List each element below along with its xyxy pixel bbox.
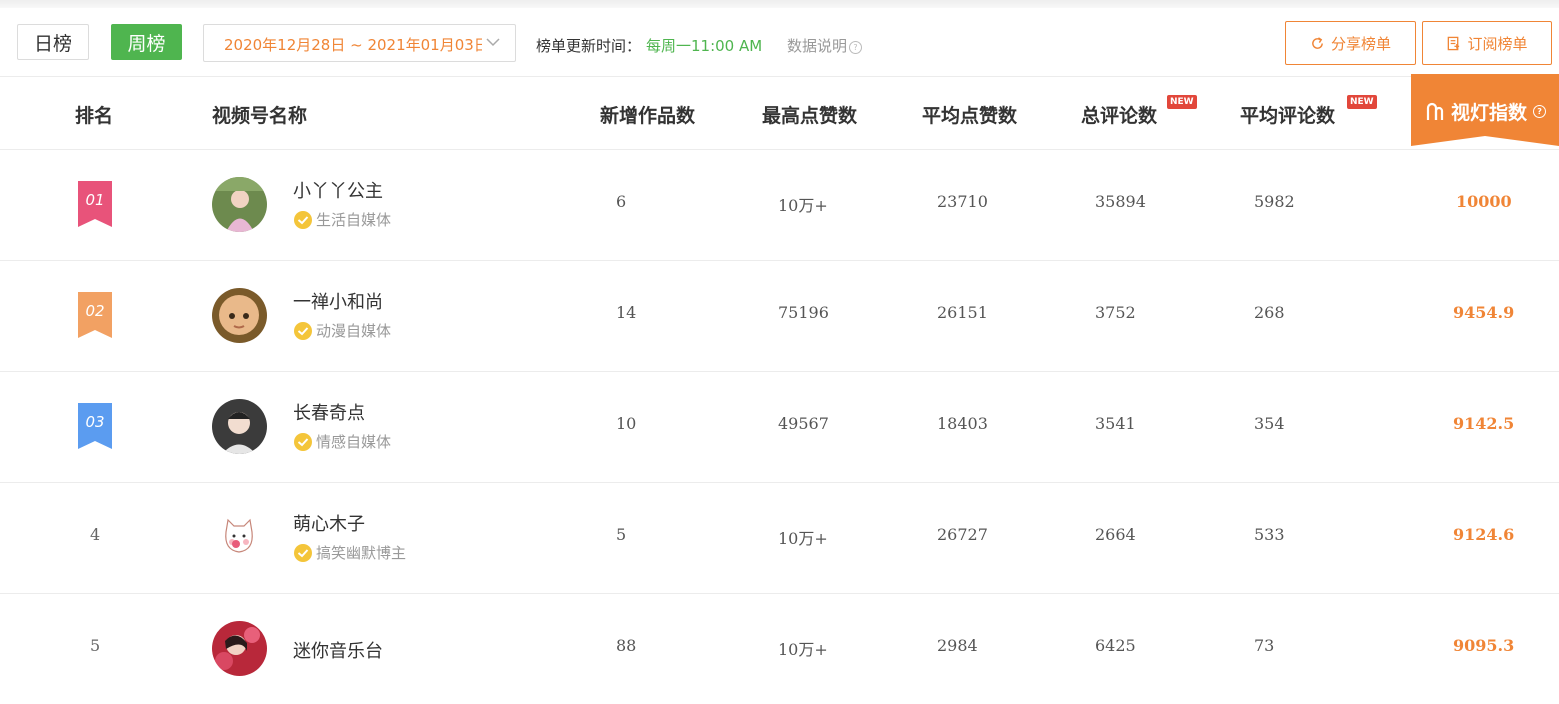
new-badge: NEW: [1347, 95, 1377, 109]
channel-tag-label: 情感自媒体: [316, 433, 392, 451]
channel-tag: 情感自媒体: [293, 431, 391, 452]
header-total-comments-label: 总评论数: [1081, 105, 1158, 127]
channel-tag-label: 搞笑幽默博主: [316, 544, 407, 562]
max-likes-cell: 10万+: [778, 529, 828, 548]
avatar[interactable]: [212, 177, 267, 232]
channel-tag-label: 动漫自媒体: [316, 322, 392, 340]
data-note-link[interactable]: 数据说明?: [787, 35, 863, 56]
svg-text:02: 02: [85, 302, 104, 320]
total-comments-cell: 35894: [1095, 192, 1146, 211]
header-index-label: 视灯指数: [1451, 102, 1528, 124]
index-score-cell: 9454.9: [1453, 303, 1515, 322]
verified-badge-icon: [294, 210, 312, 229]
header-name: 视频号名称: [212, 105, 308, 127]
new-works-cell: 6: [616, 192, 627, 211]
avg-comments-cell: 5982: [1254, 192, 1295, 211]
date-range-select[interactable]: 2020年12月28日 ~ 2021年01月03日: [203, 24, 516, 62]
subscribe-ranking-button[interactable]: 订阅榜单: [1422, 21, 1552, 65]
header-new-works[interactable]: 新增作品数: [600, 101, 695, 128]
subscribe-icon: [1448, 36, 1460, 50]
header-max-likes[interactable]: 最高点赞数: [762, 101, 857, 128]
avatar[interactable]: [212, 399, 267, 454]
avg-comments-cell: 268: [1254, 303, 1285, 322]
new-works-cell: 5: [616, 525, 627, 544]
question-icon: ?: [1533, 105, 1547, 118]
subscribe-ranking-label: 订阅榜单: [1467, 34, 1528, 53]
share-ranking-button[interactable]: 分享榜单: [1285, 21, 1416, 65]
rank-ribbon-3-icon: 03: [78, 403, 112, 449]
channel-name[interactable]: 一禅小和尚: [293, 288, 383, 314]
table-row[interactable]: 01 小丫丫公主 生活自媒体 6 10万+ 23710 35894 5982 1…: [0, 149, 1559, 261]
index-score-cell: 10000: [1456, 192, 1512, 211]
channel-tag: 搞笑幽默博主: [293, 542, 406, 563]
header-avg-comments-label: 平均评论数: [1240, 105, 1336, 127]
verified-badge-icon: [294, 543, 312, 562]
rank-number: 4: [90, 525, 101, 544]
max-likes-cell: 10万+: [778, 196, 828, 215]
index-score-cell: 9095.3: [1453, 636, 1515, 655]
new-badge: NEW: [1167, 95, 1197, 109]
header-rank[interactable]: 排名: [75, 101, 113, 128]
avg-comments-cell: 533: [1254, 525, 1285, 544]
avg-likes-cell: 26151: [937, 303, 988, 322]
top-shadow-line: [0, 0, 1559, 8]
total-comments-cell: 3752: [1095, 303, 1136, 322]
table-row[interactable]: 4 萌心木子 搞笑幽默博主 5 10万+ 26727 2664 533 9124…: [0, 482, 1559, 594]
data-note-label: 数据说明: [787, 37, 848, 55]
total-comments-cell: 3541: [1095, 414, 1136, 433]
avg-likes-cell: 2984: [937, 636, 978, 655]
max-likes-cell: 75196: [778, 303, 829, 322]
rank-ribbon-1-icon: 01: [78, 181, 112, 227]
channel-tag: 生活自媒体: [293, 209, 391, 230]
chevron-down-icon: [486, 38, 500, 47]
verified-badge-icon: [294, 321, 312, 340]
header-total-comments[interactable]: 总评论数 NEW: [1081, 95, 1197, 128]
new-works-cell: 88: [616, 636, 637, 655]
max-likes-cell: 10万+: [778, 640, 828, 659]
header-index[interactable]: 视灯指数 ?: [1411, 74, 1559, 146]
svg-text:01: 01: [85, 191, 104, 209]
channel-name[interactable]: 迷你音乐台: [293, 637, 383, 663]
rank-number: 5: [90, 636, 101, 655]
avg-likes-cell: 18403: [937, 414, 988, 433]
avatar[interactable]: [212, 621, 267, 676]
new-works-cell: 14: [616, 303, 637, 322]
new-works-cell: 10: [616, 414, 637, 433]
share-icon: [1312, 36, 1323, 49]
table-row[interactable]: 5 迷你音乐台 88 10万+ 2984 6425 73 9095.3: [0, 593, 1559, 704]
date-range-value: 2020年12月28日 ~ 2021年01月03日: [224, 36, 482, 54]
channel-name[interactable]: 萌心木子: [293, 510, 365, 536]
channel-name[interactable]: 长春奇点: [293, 399, 365, 425]
avg-comments-cell: 354: [1254, 414, 1285, 433]
channel-name[interactable]: 小丫丫公主: [293, 177, 383, 203]
update-time-label: 榜单更新时间：: [536, 37, 642, 55]
verified-badge-icon: [294, 432, 312, 451]
week-tab-button[interactable]: 周榜: [111, 24, 182, 60]
index-score-cell: 9124.6: [1453, 525, 1515, 544]
max-likes-cell: 49567: [778, 414, 829, 433]
table-row[interactable]: 03 长春奇点 情感自媒体 10 49567 18403 3541 354 91…: [0, 371, 1559, 483]
avg-likes-cell: 23710: [937, 192, 988, 211]
table-row[interactable]: 02 一禅小和尚 动漫自媒体 14 75196 26151 3752 268 9…: [0, 260, 1559, 372]
index-logo-icon: [1426, 102, 1444, 120]
rank-ribbon-2-icon: 02: [78, 292, 112, 338]
avatar[interactable]: [212, 510, 267, 565]
channel-tag: 动漫自媒体: [293, 320, 391, 341]
toolbar: 日榜 周榜 2020年12月28日 ~ 2021年01月03日 榜单更新时间： …: [0, 8, 1559, 77]
avatar[interactable]: [212, 288, 267, 343]
update-time-value: 每周一11:00 AM: [646, 37, 763, 55]
share-ranking-label: 分享榜单: [1330, 34, 1391, 53]
day-tab-button[interactable]: 日榜: [17, 24, 89, 60]
header-avg-likes[interactable]: 平均点赞数: [922, 101, 1017, 128]
avg-likes-cell: 26727: [937, 525, 988, 544]
header-avg-comments[interactable]: 平均评论数 NEW: [1240, 95, 1377, 128]
question-icon: ?: [849, 41, 863, 54]
total-comments-cell: 2664: [1095, 525, 1136, 544]
svg-text:03: 03: [85, 413, 104, 431]
channel-tag-label: 生活自媒体: [316, 211, 392, 229]
avg-comments-cell: 73: [1254, 636, 1275, 655]
table-header: 排名 视频号名称 新增作品数 最高点赞数 平均点赞数 总评论数 NEW 平均评论…: [0, 77, 1559, 150]
index-score-cell: 9142.5: [1453, 414, 1515, 433]
total-comments-cell: 6425: [1095, 636, 1136, 655]
